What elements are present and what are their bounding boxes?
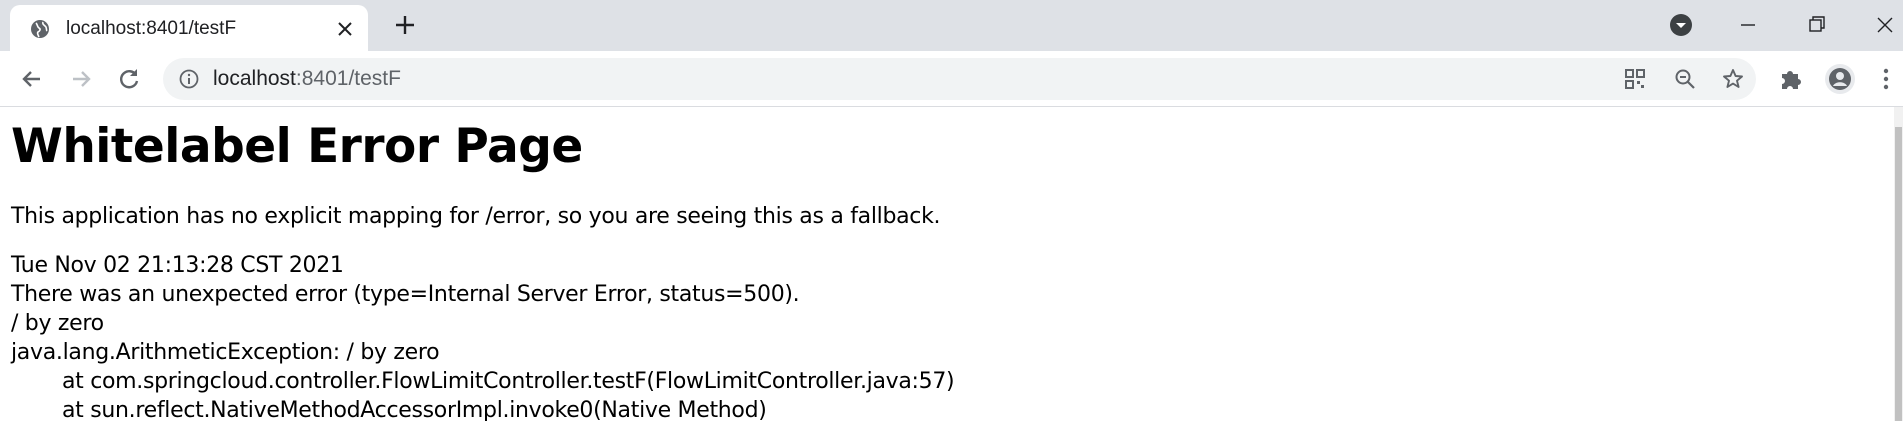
error-timestamp: Tue Nov 02 21:13:28 CST 2021	[11, 253, 344, 278]
page-content: Whitelabel Error Page This application h…	[0, 107, 1894, 421]
puzzle-icon[interactable]	[1777, 65, 1805, 93]
reload-icon[interactable]	[115, 65, 143, 93]
plus-icon[interactable]	[393, 13, 417, 37]
info-icon[interactable]	[179, 69, 199, 89]
browser-toolbar: localhost:8401/testF	[0, 51, 1903, 107]
chevron-down-icon[interactable]	[1668, 12, 1694, 38]
page-title: Whitelabel Error Page	[11, 119, 583, 174]
stack-trace-line: at sun.reflect.NativeMethodAccessorImpl.…	[62, 398, 767, 421]
url-path: :8401/testF	[295, 67, 401, 90]
url-text[interactable]: localhost:8401/testF	[213, 67, 401, 91]
vertical-scrollbar[interactable]	[1894, 107, 1903, 421]
window-close-icon[interactable]	[1868, 8, 1902, 42]
stack-trace-line: at com.springcloud.controller.FlowLimitC…	[62, 369, 955, 394]
address-bar[interactable]: localhost:8401/testF	[163, 58, 1756, 100]
tab-strip: localhost:8401/testF	[0, 0, 1903, 51]
close-icon[interactable]	[334, 18, 356, 40]
fallback-message: This application has no explicit mapping…	[11, 204, 941, 229]
error-message: / by zero	[11, 311, 104, 336]
avatar-icon	[1829, 68, 1851, 90]
avatar[interactable]	[1825, 64, 1855, 94]
qr-code-icon[interactable]	[1623, 67, 1647, 91]
minimize-icon[interactable]	[1731, 8, 1765, 42]
star-icon[interactable]	[1721, 67, 1745, 91]
tab-active[interactable]: localhost:8401/testF	[10, 5, 368, 51]
zoom-out-icon[interactable]	[1673, 67, 1697, 91]
kebab-menu-icon[interactable]	[1876, 65, 1896, 93]
url-host: localhost	[213, 67, 296, 90]
restore-icon[interactable]	[1800, 8, 1834, 42]
globe-icon	[31, 20, 49, 38]
exception-line: java.lang.ArithmeticException: / by zero	[11, 340, 440, 365]
scrollbar-thumb[interactable]	[1895, 127, 1902, 421]
arrow-left-icon[interactable]	[18, 65, 46, 93]
error-summary: There was an unexpected error (type=Inte…	[11, 282, 800, 307]
arrow-right-icon[interactable]	[67, 65, 95, 93]
tab-title: localhost:8401/testF	[66, 18, 237, 39]
